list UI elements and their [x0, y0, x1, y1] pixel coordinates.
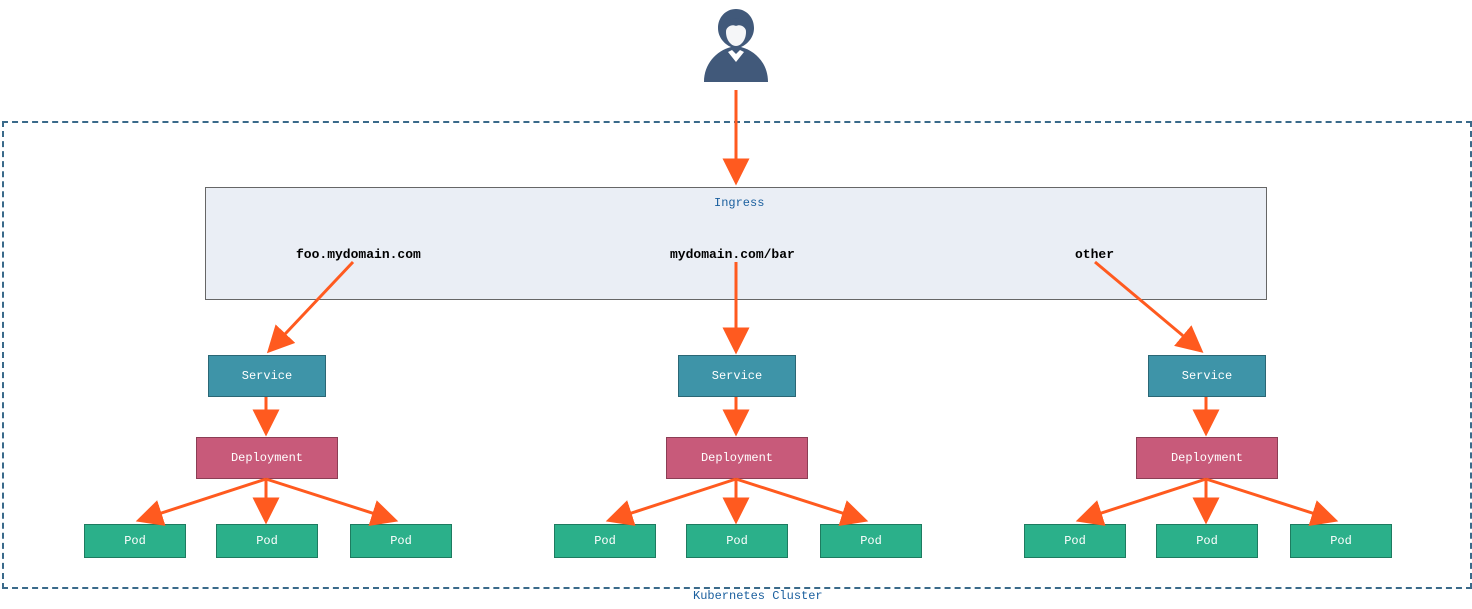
ingress-title: Ingress: [714, 196, 764, 210]
pod-box: Pod: [820, 524, 922, 558]
pod-box: Pod: [84, 524, 186, 558]
user-icon: [696, 4, 776, 94]
pod-box: Pod: [686, 524, 788, 558]
cluster-label: Kubernetes Cluster: [693, 589, 823, 603]
service-box: Service: [1148, 355, 1266, 397]
deployment-box: Deployment: [666, 437, 808, 479]
service-box: Service: [678, 355, 796, 397]
pod-box: Pod: [350, 524, 452, 558]
pod-box: Pod: [1156, 524, 1258, 558]
pod-box: Pod: [216, 524, 318, 558]
deployment-box: Deployment: [1136, 437, 1278, 479]
ingress-rule: mydomain.com/bar: [670, 247, 795, 262]
ingress-rule: foo.mydomain.com: [296, 247, 421, 262]
pod-box: Pod: [1290, 524, 1392, 558]
service-box: Service: [208, 355, 326, 397]
pod-box: Pod: [554, 524, 656, 558]
ingress-rule: other: [1075, 247, 1114, 262]
pod-box: Pod: [1024, 524, 1126, 558]
deployment-box: Deployment: [196, 437, 338, 479]
